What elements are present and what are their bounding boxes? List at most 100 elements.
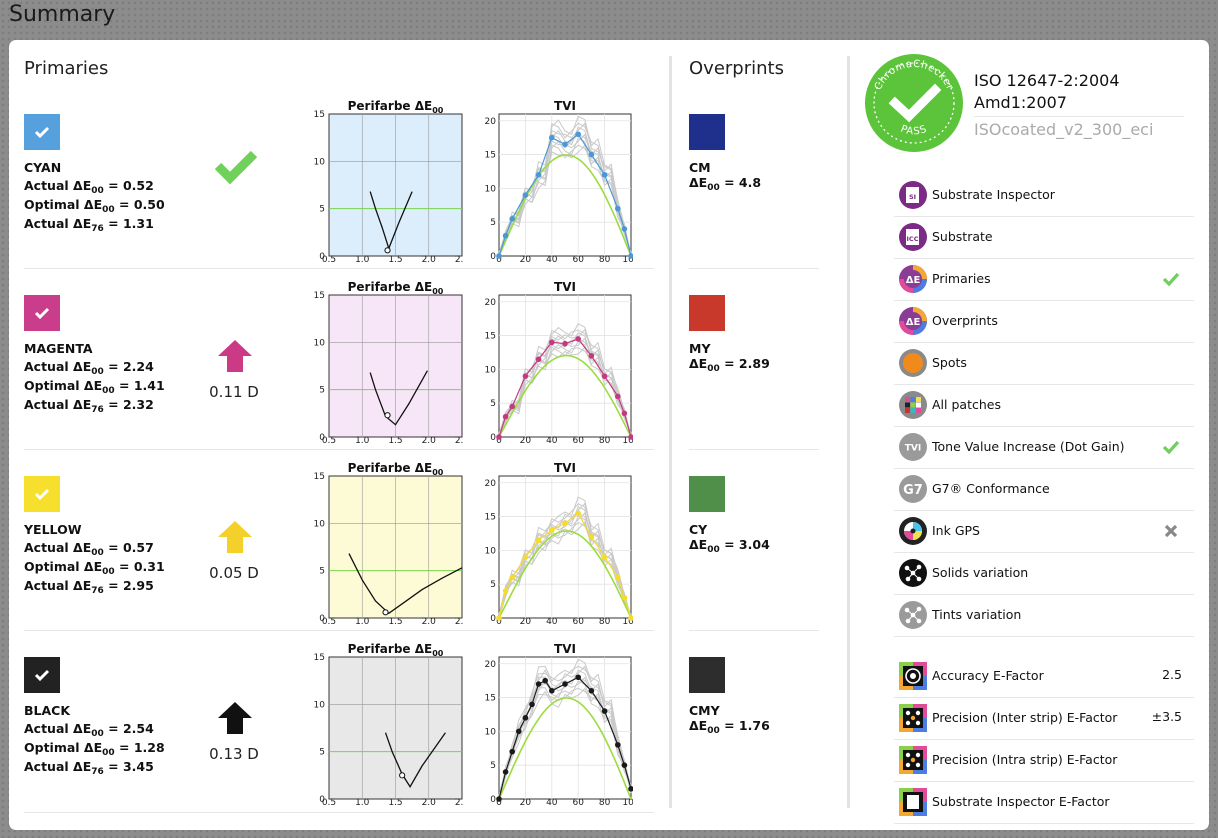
tvi-x-tick: 60	[572, 255, 584, 263]
tvi-measured-point	[509, 574, 515, 581]
patches-icon	[899, 391, 927, 419]
tvi-x-tick: 40	[546, 617, 558, 625]
primary-metric: Actual ΔE76 = 3.45	[24, 759, 154, 777]
menu-item-patches[interactable]: All patches	[894, 384, 1194, 427]
delta-value: = 3.04	[719, 537, 770, 552]
tvi-measured-point	[496, 796, 502, 802]
cross-icon	[1164, 524, 1178, 538]
menu-item-spots[interactable]: Spots	[894, 342, 1194, 385]
tvi-x-tick: 80	[599, 436, 611, 444]
delta-subscript: 00	[707, 364, 720, 374]
tvi-x-tick: 80	[599, 798, 611, 806]
primary-swatch	[24, 476, 60, 512]
overprint-divider	[689, 630, 819, 631]
menu-item-si[interactable]: SI Substrate Inspector	[894, 174, 1194, 217]
menu-item-label: Substrate Inspector E-Factor	[932, 794, 1110, 809]
column-divider	[669, 56, 672, 808]
tvi-x-tick: 20	[520, 255, 532, 263]
menu-item-precision-intra[interactable]: Precision (Intra strip) E-Factor	[894, 739, 1194, 782]
tvi-plot-area	[498, 294, 632, 438]
metric-subscript: 00	[91, 367, 104, 377]
menu-item-overprints[interactable]: ΔE Overprints	[894, 300, 1194, 343]
primary-name: MAGENTA	[24, 341, 93, 356]
primary-row: BLACK Actual ΔE00 = 2.54 Optimal ΔE00 = 1.…	[9, 642, 659, 838]
tvi-x-tick: 60	[572, 617, 584, 625]
tvi-x-tick: 80	[599, 617, 611, 625]
hue-y-tick: 0	[319, 614, 325, 624]
hue-y-tick: 15	[314, 472, 325, 482]
metric-subscript: 00	[91, 186, 104, 196]
hue-y-tick: 10	[314, 157, 326, 167]
tvi-y-tick: 10	[485, 546, 497, 556]
tvi-measured-point	[535, 537, 542, 544]
tvi-measured-point	[522, 192, 529, 198]
tvi-measured-point	[601, 708, 608, 714]
row-divider	[24, 449, 654, 450]
delta-value: = 1.76	[719, 718, 770, 733]
primaries-icon: ΔE	[899, 265, 927, 293]
tvi-measured-point	[621, 762, 628, 768]
hue-x-tick: 1.5	[388, 617, 402, 625]
hue-x-tick: 1.0	[355, 798, 370, 806]
tvi-measured-point	[502, 413, 509, 420]
menu-item-label: Primaries	[932, 271, 991, 286]
tints-icon	[899, 601, 927, 629]
primary-metric: Optimal ΔE00 = 1.28	[24, 740, 165, 758]
metric-value: = 1.28	[114, 740, 165, 755]
profile-divider	[974, 116, 1184, 117]
primary-metric: Actual ΔE00 = 2.24	[24, 359, 154, 377]
icc-icon: ICC	[899, 223, 927, 251]
metric-label: Actual ΔE	[24, 216, 92, 231]
tvi-measured-point	[588, 688, 595, 694]
menu-item-tvi[interactable]: TVI Tone Value Increase (Dot Gain)	[894, 426, 1194, 469]
tvi-measured-point	[496, 434, 502, 440]
primary-metric: Actual ΔE00 = 0.57	[24, 540, 154, 558]
hue-x-tick: 2.0	[422, 798, 437, 806]
menu-item-g7[interactable]: G7 G7® Conformance	[894, 468, 1194, 511]
overprint-swatch	[689, 476, 725, 512]
tvi-measured-point	[502, 769, 509, 775]
menu-item-icc[interactable]: ICC Substrate	[894, 216, 1194, 259]
hue-error-chart: Perifarbe ΔE000.51.01.52.02.5051015	[314, 280, 463, 444]
density-delta: 0.13 D	[209, 745, 259, 763]
menu-item-substrate-efactor[interactable]: Substrate Inspector E-Factor	[894, 781, 1194, 824]
menu-item-label: Solids variation	[932, 565, 1029, 580]
menu-item-solids[interactable]: Solids variation	[894, 552, 1194, 595]
tvi-measured-point	[549, 134, 555, 141]
hue-optimal-marker	[384, 412, 391, 419]
tvi-x-tick: 40	[546, 255, 558, 263]
tvi-measured-point	[621, 594, 628, 601]
hue-x-tick: 1.0	[355, 617, 370, 625]
hue-x-tick: 1.5	[388, 798, 402, 806]
overprint-delta: ΔE00 = 4.8	[689, 175, 761, 193]
delta-subscript: 00	[707, 726, 720, 736]
delta-subscript: 00	[707, 545, 720, 555]
menu-item-precision-inter[interactable]: Precision (Inter strip) E-Factor ±3.5	[894, 697, 1194, 740]
tvi-measured-point	[601, 373, 608, 379]
tvi-measured-point	[522, 373, 529, 379]
hue-chart-title-main: Perifarbe ΔE	[348, 461, 433, 475]
overprint-swatch	[689, 295, 725, 331]
metric-subscript: 00	[102, 386, 115, 396]
tvi-measured-point	[509, 216, 515, 222]
tvi-chart: TVI02040608010005101520	[485, 642, 633, 806]
precision-inter-icon	[899, 704, 927, 732]
menu-item-primaries[interactable]: ΔE Primaries	[894, 258, 1194, 301]
density-delta: 0.05 D	[209, 564, 259, 582]
hue-y-tick: 0	[319, 252, 325, 262]
overprints-title: Overprints	[689, 58, 784, 79]
delta-label: ΔE	[689, 356, 708, 371]
tvi-chart-title: TVI	[554, 99, 576, 113]
tvi-measured-point	[562, 681, 568, 687]
pass-badge-icon: ChromaChecker PASS	[865, 54, 963, 152]
substrate-efactor-icon	[899, 788, 927, 816]
metric-subscript: 76	[91, 767, 104, 777]
menu-item-accuracy[interactable]: Accuracy E-Factor 2.5	[894, 655, 1194, 698]
tvi-x-tick: 20	[520, 617, 532, 625]
metric-value: = 1.41	[114, 378, 165, 393]
hue-y-tick: 10	[314, 338, 326, 348]
hue-x-tick: 1.0	[355, 255, 370, 263]
metric-label: Actual ΔE	[24, 578, 92, 593]
menu-item-tints[interactable]: Tints variation	[894, 594, 1194, 637]
menu-item-gps[interactable]: Ink GPS	[894, 510, 1194, 553]
